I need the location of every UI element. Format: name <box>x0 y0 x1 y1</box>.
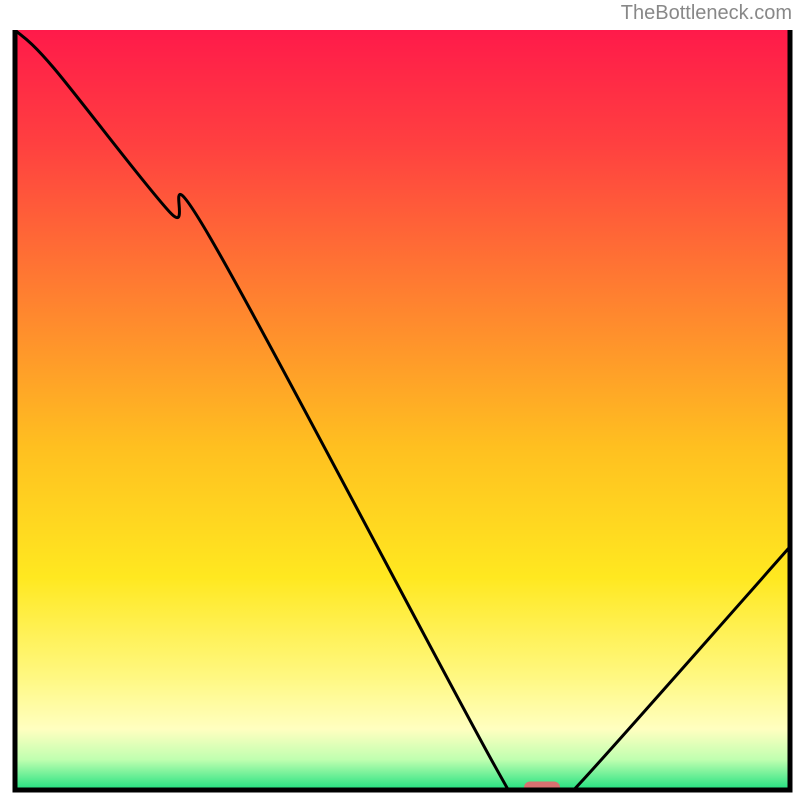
bottleneck-chart <box>0 0 800 800</box>
gradient-background <box>15 30 790 790</box>
chart-container: TheBottleneck.com <box>0 0 800 800</box>
watermark-text: TheBottleneck.com <box>621 2 792 25</box>
